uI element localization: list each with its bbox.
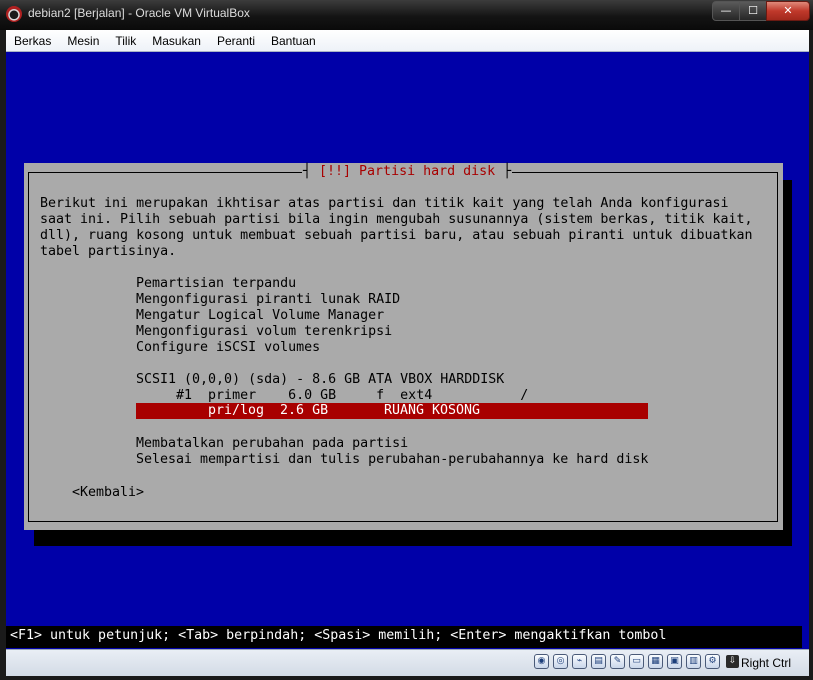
dialog-title: ┤ [!!] Partisi hard disk ├: [302, 164, 513, 180]
virtualbox-app-icon: [6, 6, 22, 22]
intro-line-1: Berikut ini merupakan ikhtisar atas part…: [40, 196, 729, 211]
host-key-icon: ⇩: [726, 655, 739, 668]
network-icon[interactable]: ▦: [648, 654, 663, 669]
window-frame-right: [809, 30, 813, 680]
menu-berkas[interactable]: Berkas: [6, 34, 59, 48]
free-space-type-size: pri/log 2.6 GB: [208, 403, 329, 418]
virtualization-icon[interactable]: ▥: [686, 654, 701, 669]
menubar: Berkas Mesin Tilik Masukan Peranti Bantu…: [6, 30, 809, 52]
window-controls: — ☐ ✕: [712, 1, 810, 21]
option-guided-partitioning[interactable]: Pemartisian terpandu: [136, 276, 296, 292]
option-finish-partitioning[interactable]: Selesai mempartisi dan tulis perubahan-p…: [136, 452, 648, 468]
intro-line-2: saat ini. Pilih sebuah partisi bila ingi…: [40, 212, 753, 227]
option-encrypted-volumes[interactable]: Mengonfigurasi volum terenkripsi: [136, 324, 392, 340]
optical-disk-icon[interactable]: ◎: [553, 654, 568, 669]
minimize-button[interactable]: —: [712, 1, 740, 21]
vbox-statusbar: ◉ ◎ ⌁ ▤ ✎ ▭ ▦ ▣ ▥ ⚙ ⇩ Right Ctrl: [6, 649, 809, 676]
option-lvm[interactable]: Mengatur Logical Volume Manager: [136, 308, 384, 324]
menu-bantuan[interactable]: Bantuan: [263, 34, 324, 48]
menu-tilik[interactable]: Tilik: [107, 34, 144, 48]
host-key-label: Right Ctrl: [741, 656, 792, 670]
intro-line-4: tabel partisinya.: [40, 244, 177, 259]
back-button[interactable]: <Kembali>: [72, 485, 144, 501]
menu-masukan[interactable]: Masukan: [144, 34, 209, 48]
disk-sda[interactable]: SCSI1 (0,0,0) (sda) - 8.6 GB ATA VBOX HA…: [136, 372, 504, 388]
window-titlebar[interactable]: debian2 [Berjalan] - Oracle VM VirtualBo…: [0, 0, 813, 30]
option-undo-changes[interactable]: Membatalkan perubahan pada partisi: [136, 436, 408, 452]
close-button[interactable]: ✕: [766, 1, 810, 21]
window-title: debian2 [Berjalan] - Oracle VM VirtualBo…: [28, 6, 250, 20]
option-software-raid[interactable]: Mengonfigurasi piranti lunak RAID: [136, 292, 400, 308]
option-iscsi[interactable]: Configure iSCSI volumes: [136, 340, 320, 356]
dialog-title-text: [!!] Partisi hard disk: [319, 164, 496, 179]
menu-peranti[interactable]: Peranti: [209, 34, 263, 48]
partition-1[interactable]: #1 primer 6.0 GB f ext4 /: [136, 388, 528, 404]
display-icon[interactable]: ▭: [629, 654, 644, 669]
settings-icon[interactable]: ⚙: [705, 654, 720, 669]
usb-icon[interactable]: ⌁: [572, 654, 587, 669]
help-text: <F1> untuk petunjuk; <Tab> berpindah; <S…: [10, 628, 667, 643]
menu-mesin[interactable]: Mesin: [59, 34, 107, 48]
shared-folders-icon[interactable]: ▤: [591, 654, 606, 669]
mouse-integration-icon[interactable]: ▣: [667, 654, 682, 669]
hard-disk-icon[interactable]: ◉: [534, 654, 549, 669]
video-capture-icon[interactable]: ✎: [610, 654, 625, 669]
maximize-button[interactable]: ☐: [739, 1, 767, 21]
intro-line-3: dll), ruang kosong untuk membuat sebuah …: [40, 228, 753, 243]
free-space-label: RUANG KOSONG: [384, 403, 481, 418]
